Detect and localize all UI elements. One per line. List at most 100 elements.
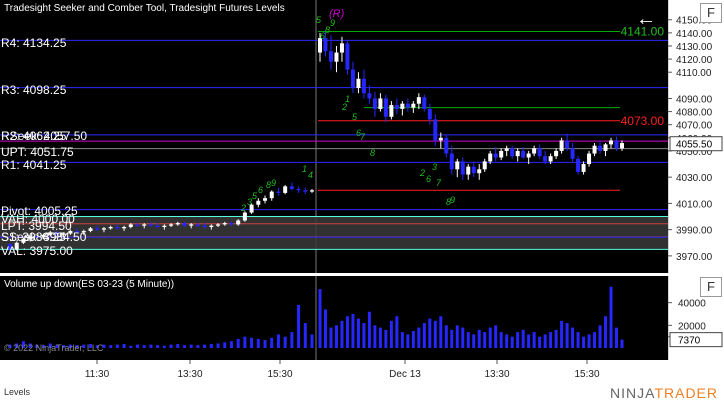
candle — [269, 191, 274, 199]
candle — [471, 166, 476, 174]
candle — [416, 97, 421, 104]
current-volume-label: 7370 — [678, 336, 701, 347]
volume-bar — [283, 336, 287, 348]
chart-title: Tradesight Seeker and Comber Tool, Trade… — [4, 3, 285, 14]
candle — [444, 137, 449, 154]
candle — [189, 224, 194, 226]
annotation-label: 2 — [419, 168, 425, 178]
price-chart[interactable]: R4: 4134.25R3: 4098.25R2: 4062.25RSeek: … — [0, 0, 668, 273]
price-tick-label: 4030.00 — [676, 173, 713, 184]
level-label: UPT: 4051.75 — [1, 145, 74, 159]
candle — [216, 224, 221, 226]
time-axis[interactable]: 11:30 13:30 15:30 Dec 13 13:30 15:30 — [0, 360, 668, 384]
candle — [433, 119, 438, 141]
volume-bar — [149, 344, 153, 348]
price-tick-label: 4130.00 — [676, 42, 713, 53]
volume-bar — [411, 331, 415, 348]
volume-bar — [571, 327, 575, 348]
candle — [504, 148, 509, 151]
volume-bar — [549, 332, 553, 348]
candle — [148, 224, 153, 226]
back-arrow-icon[interactable]: ← — [636, 9, 656, 29]
volume-bar — [433, 320, 437, 348]
volume-bar — [256, 338, 260, 348]
candle — [222, 223, 227, 225]
volume-bar — [223, 342, 227, 348]
candle — [303, 190, 308, 192]
volume-bar — [499, 332, 503, 348]
volume-bar — [310, 334, 314, 348]
candle — [101, 228, 106, 230]
price-axis[interactable]: 3970.003990.004010.004030.004050.004060.… — [667, 0, 724, 273]
volume-bar — [494, 325, 498, 348]
candle — [405, 103, 410, 108]
candle — [400, 103, 405, 109]
volume-bar — [176, 344, 180, 348]
volume-bar — [351, 314, 355, 348]
candle — [438, 137, 443, 141]
volume-bar — [395, 316, 399, 348]
annotation-label: 2 — [341, 102, 347, 112]
candle — [339, 43, 344, 53]
volume-bar — [290, 332, 294, 348]
candle — [296, 188, 301, 191]
volume-bar — [543, 334, 547, 348]
candle — [499, 150, 504, 158]
candle — [142, 224, 147, 226]
volume-bar — [554, 329, 558, 348]
candle — [614, 140, 619, 149]
candle — [477, 169, 482, 174]
volume-bar — [318, 289, 322, 348]
ninjatrader-logo: NINJATRADER — [610, 385, 718, 401]
annotation-label: 9 — [330, 18, 335, 28]
volume-bar — [250, 337, 254, 348]
volume-bar — [270, 337, 274, 348]
time-tick-label: 15:30 — [574, 369, 599, 380]
price-tick-label: 4140.00 — [676, 29, 713, 40]
volume-config-button[interactable]: F — [700, 277, 722, 297]
candle — [155, 225, 160, 228]
price-tick-label: 4010.00 — [676, 199, 713, 210]
volume-panel[interactable]: Volume up down(ES 03-23 (5 Minute)) © 20… — [0, 276, 668, 360]
volume-bar — [439, 316, 443, 348]
candle — [570, 148, 575, 159]
volume-bar — [472, 334, 476, 348]
volume-bar — [169, 344, 173, 348]
volume-bar — [340, 320, 344, 348]
candle — [263, 198, 268, 201]
volume-bar — [593, 332, 597, 348]
volume-bar — [527, 334, 531, 348]
candle — [202, 225, 207, 228]
volume-bar — [466, 332, 470, 348]
volume-bar — [243, 336, 247, 348]
volume-bar — [538, 336, 542, 348]
candle — [609, 140, 614, 145]
candle — [256, 200, 261, 205]
volume-bar — [373, 325, 377, 348]
volume-axis[interactable]: 1000020000400007370 F — [667, 276, 724, 360]
candle — [592, 145, 597, 154]
levels-tab-label[interactable]: Levels — [4, 387, 30, 397]
volume-bar — [488, 327, 492, 348]
candle — [350, 69, 355, 88]
chart-config-button[interactable]: F — [700, 3, 722, 23]
value-area-band — [0, 216, 668, 250]
candle — [283, 186, 288, 193]
volume-bar — [598, 325, 602, 348]
candle — [195, 224, 200, 226]
annotation-label: 9 — [450, 195, 455, 205]
time-tick-label: Dec 13 — [389, 369, 421, 380]
volume-bar — [329, 327, 333, 348]
level-label: VAL: 3975.00 — [1, 244, 73, 258]
volume-bar — [142, 345, 146, 348]
candle — [565, 140, 570, 149]
candle — [576, 158, 581, 172]
current-price-label: 4055.50 — [676, 140, 713, 151]
candle — [383, 98, 388, 117]
volume-bar — [417, 327, 421, 348]
candle — [427, 108, 432, 120]
target-price-label: 4073.00 — [621, 114, 665, 128]
volume-bar — [367, 311, 371, 348]
price-chart-panel[interactable]: R4: 4134.25 R3: 4098.25 R2: 4062.25 RSeek: … — [0, 0, 668, 273]
volume-bar — [276, 334, 280, 348]
